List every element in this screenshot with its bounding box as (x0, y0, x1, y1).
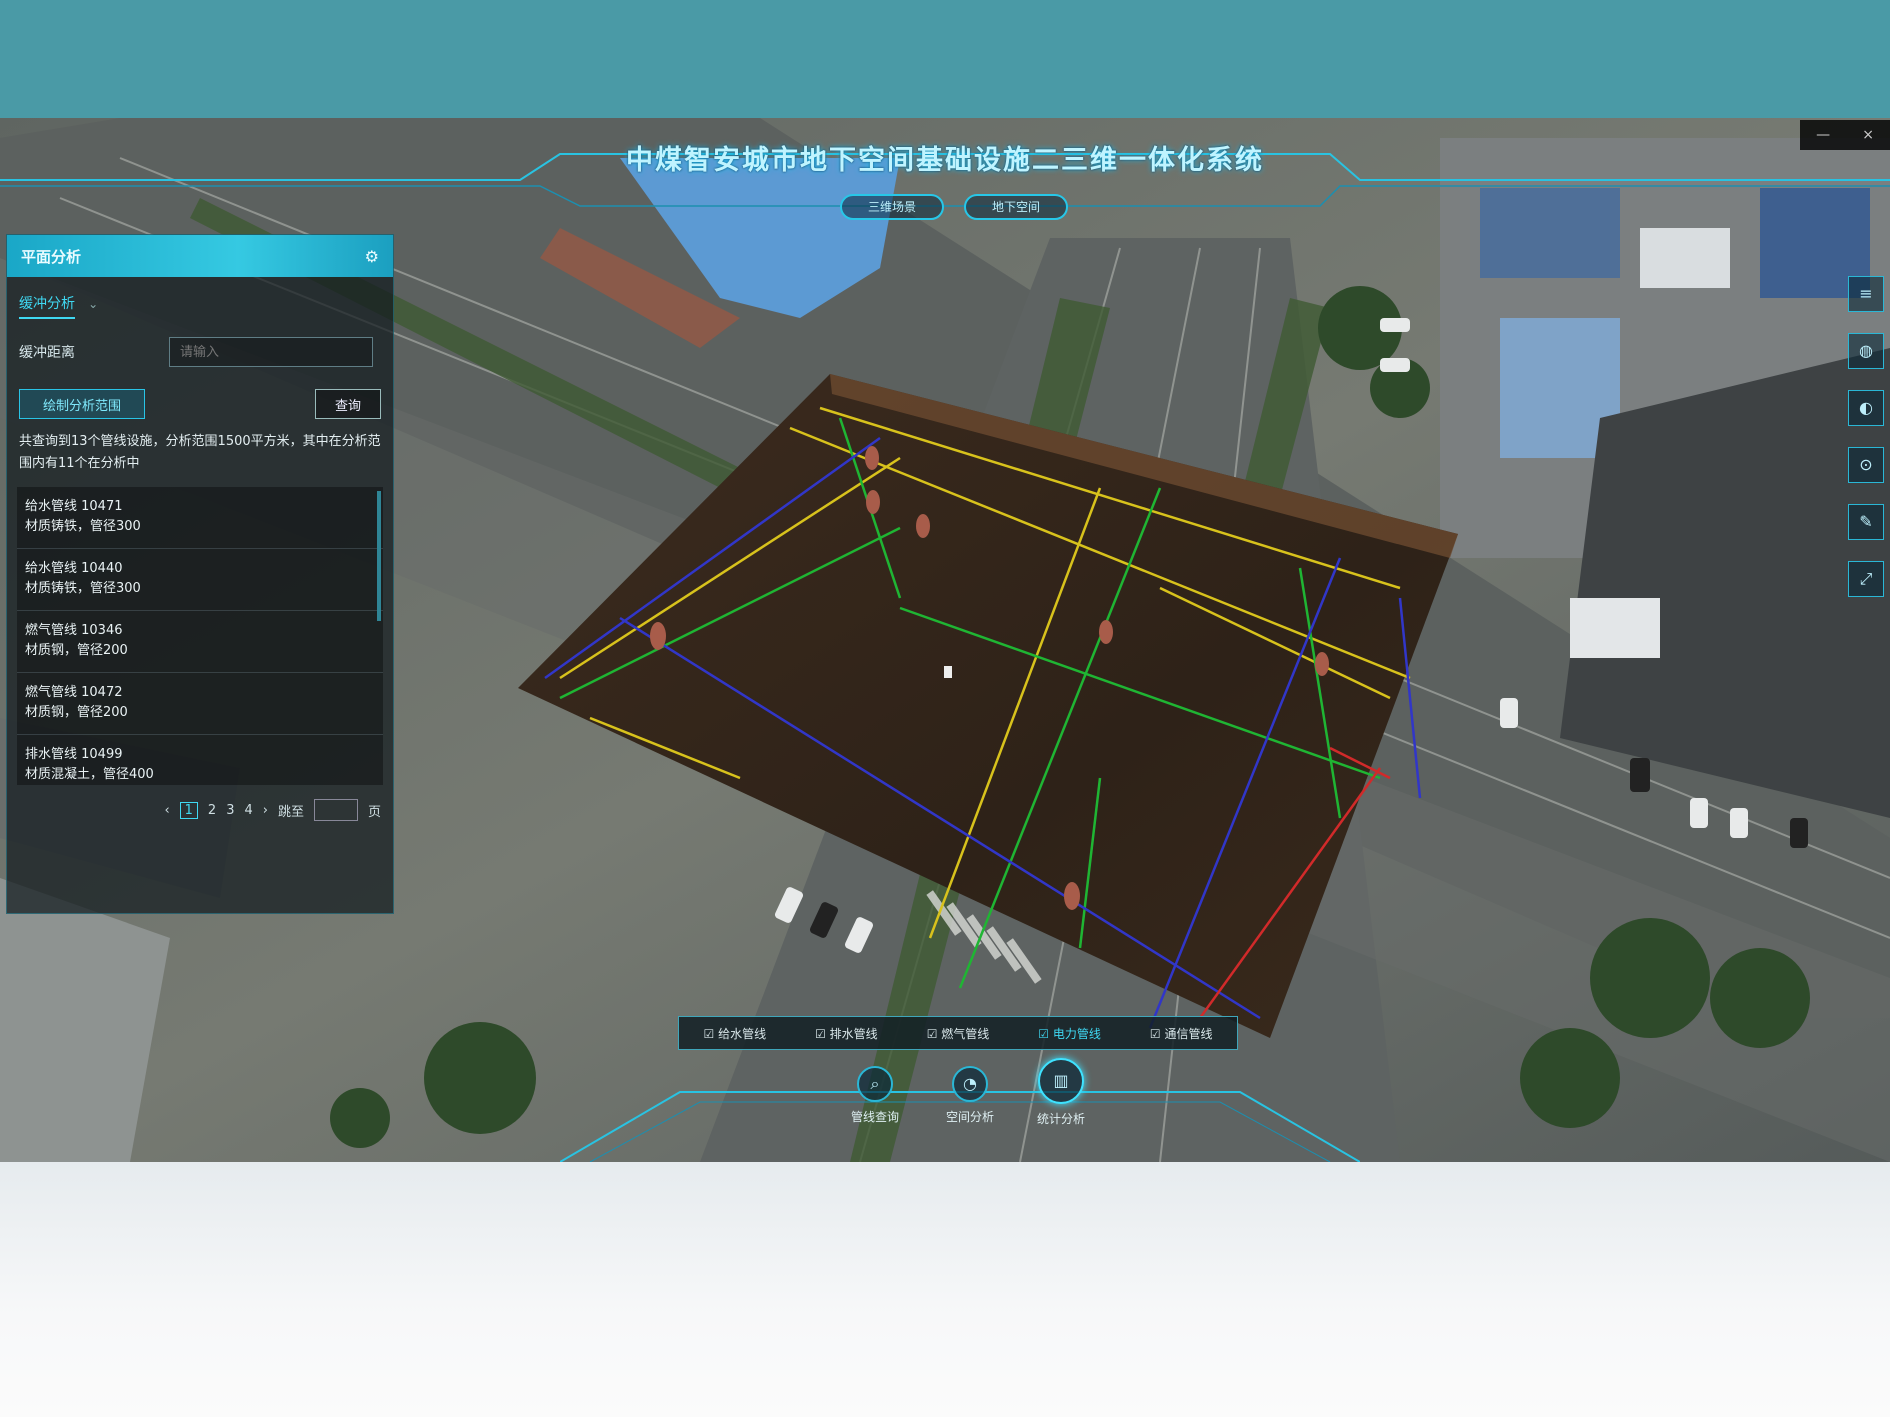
chevron-down-icon[interactable]: ⌄ (88, 297, 98, 311)
buffer-distance-label: 缓冲距离 (19, 345, 75, 361)
layer-power[interactable]: ☑ 电力管线 (1038, 1025, 1101, 1042)
page-unit-label: 页 (367, 804, 381, 820)
app-screen: 中煤智安城市地下空间基础设施二三维一体化系统 三维场景 地下空间 — × 平面分… (0, 118, 1890, 1162)
bottom-dock: ⌕ 管线查询 ◔ 空间分析 ▥ 统计分析 (830, 1058, 1090, 1146)
list-item[interactable]: 给水管线 10471 材质铸铁，管径300 (17, 487, 383, 549)
layer-telecom[interactable]: ☑ 通信管线 (1150, 1025, 1213, 1042)
list-item[interactable]: 给水管线 10440 材质铸铁，管径300 (17, 549, 383, 611)
item-desc: 材质铸铁，管径300 (25, 581, 141, 596)
minimize-icon[interactable]: — (1816, 127, 1830, 143)
close-icon[interactable]: × (1862, 127, 1874, 143)
layer-gas[interactable]: ☑ 燃气管线 (927, 1025, 990, 1042)
panel-actions: 绘制分析范围 查询 (7, 367, 393, 419)
list-item[interactable]: 排水管线 10499 材质混凝土，管径400 (17, 735, 383, 785)
next-page-icon[interactable]: › (263, 803, 268, 818)
list-item[interactable]: 燃气管线 10472 材质钢，管径200 (17, 673, 383, 735)
layer-label: 电力管线 (1052, 1026, 1101, 1041)
pill-3d-scene[interactable]: 三维场景 (840, 194, 944, 220)
query-button[interactable]: 查询 (315, 389, 381, 419)
fullscreen-icon[interactable]: ⤢ (1848, 561, 1884, 597)
result-list: 给水管线 10471 材质铸铁，管径300 给水管线 10440 材质铸铁，管径… (17, 487, 383, 785)
page-4[interactable]: 4 (244, 803, 252, 818)
item-name: 燃气管线 10472 (25, 685, 123, 700)
result-summary: 共查询到13个管线设施，分析范围1500平方米，其中在分析范围内有11个在分析中 (19, 434, 381, 471)
layer-toggle-bar: ☑ 给水管线 ☑ 排水管线 ☑ 燃气管线 ☑ 电力管线 ☑ 通信管线 (678, 1016, 1238, 1050)
system-title: 中煤智安城市地下空间基础设施二三维一体化系统 (626, 145, 1264, 176)
item-desc: 材质铸铁，管径300 (25, 519, 141, 534)
locate-icon[interactable]: ⊙ (1848, 447, 1884, 483)
item-desc: 材质钢，管径200 (25, 643, 128, 658)
dock-label: 管线查询 (850, 1110, 899, 1124)
layer-label: 通信管线 (1164, 1026, 1213, 1041)
panel-header: 平面分析 ⚙ (7, 235, 393, 277)
window-controls: — × (1800, 120, 1890, 150)
item-name: 燃气管线 10346 (25, 623, 123, 638)
layer-label: 排水管线 (829, 1026, 878, 1041)
prev-page-icon[interactable]: ‹ (164, 803, 169, 818)
page-2[interactable]: 2 (208, 803, 216, 818)
settings-icon[interactable]: ⚙ (365, 247, 379, 266)
page-1[interactable]: 1 (179, 801, 198, 819)
list-item[interactable]: 燃气管线 10346 材质钢，管径200 (17, 611, 383, 673)
panel-title: 平面分析 (21, 247, 82, 266)
bottom-band (0, 1162, 1890, 1417)
compass-icon[interactable]: ◐ (1848, 390, 1884, 426)
search-icon: ⌕ (857, 1066, 893, 1102)
layers-icon[interactable]: ≡ (1848, 276, 1884, 312)
layer-drainage[interactable]: ☑ 排水管线 (815, 1025, 878, 1042)
item-desc: 材质钢，管径200 (25, 705, 128, 720)
analysis-icon: ◔ (952, 1066, 988, 1102)
dock-pipeline-query[interactable]: ⌕ 管线查询 (830, 1066, 920, 1125)
globe-icon[interactable]: ◍ (1848, 333, 1884, 369)
page-3[interactable]: 3 (226, 803, 234, 818)
layer-label: 给水管线 (718, 1026, 767, 1041)
layer-water[interactable]: ☑ 给水管线 (704, 1025, 767, 1042)
tab-buffer-analysis[interactable]: 缓冲分析 (19, 293, 75, 319)
item-desc: 材质混凝土，管径400 (25, 767, 154, 782)
item-name: 排水管线 10499 (25, 747, 123, 762)
pill-underground[interactable]: 地下空间 (964, 194, 1068, 220)
measure-icon[interactable]: ✎ (1848, 504, 1884, 540)
goto-page-input[interactable] (313, 799, 358, 821)
dock-label: 空间分析 (945, 1110, 994, 1124)
dock-spatial-analysis[interactable]: ◔ 空间分析 (925, 1066, 1015, 1125)
panel-tabs: 缓冲分析 ⌄ (7, 277, 393, 321)
chart-icon: ▥ (1038, 1058, 1084, 1104)
layer-label: 燃气管线 (941, 1026, 990, 1041)
dock-label: 统计分析 (1036, 1112, 1085, 1126)
right-toolbar: ≡ ◍ ◐ ⊙ ✎ ⤢ (1848, 276, 1888, 618)
analysis-panel: 平面分析 ⚙ 缓冲分析 ⌄ 缓冲距离 绘制分析范围 查询 共查询到13个管线设施… (6, 234, 394, 914)
item-name: 给水管线 10471 (25, 499, 123, 514)
top-band (0, 0, 1890, 118)
draw-range-button[interactable]: 绘制分析范围 (19, 389, 145, 419)
item-name: 给水管线 10440 (25, 561, 123, 576)
pagination: ‹ 1 2 3 4 › 跳至 页 (7, 785, 393, 821)
goto-label: 跳至 (277, 804, 304, 820)
dock-statistics[interactable]: ▥ 统计分析 (1016, 1058, 1106, 1127)
list-scrollbar[interactable] (377, 491, 381, 621)
buffer-distance-row: 缓冲距离 (7, 321, 393, 367)
buffer-distance-input[interactable] (169, 337, 373, 367)
